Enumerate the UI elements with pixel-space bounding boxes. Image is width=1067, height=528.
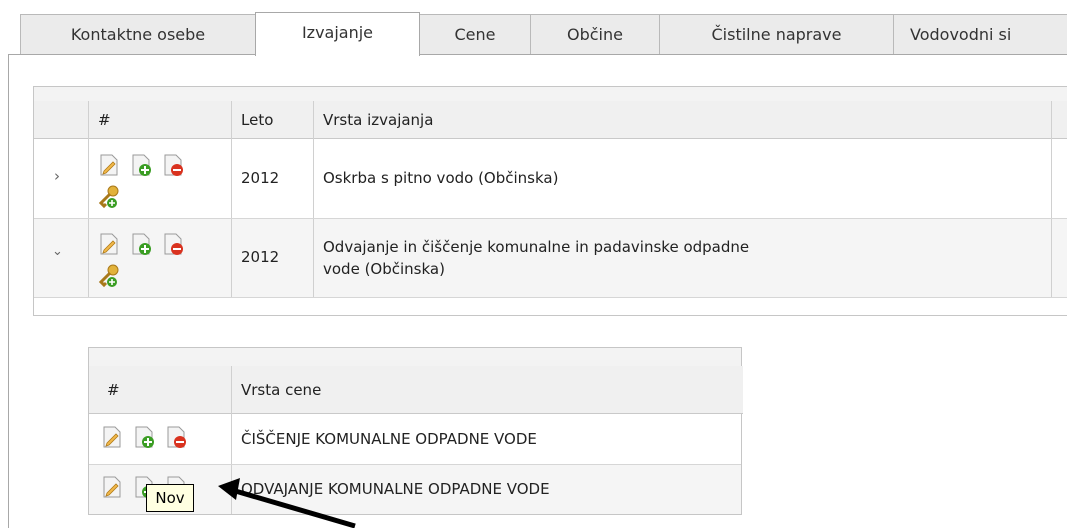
row-divider xyxy=(34,218,1067,219)
add-document-icon[interactable] xyxy=(130,232,152,256)
tab-cistilne-naprave[interactable]: Čistilne naprave xyxy=(659,14,894,54)
tab-bar: Kontaktne osebe Izvajanje Cene Občine Či… xyxy=(0,0,1067,56)
cell-vrsta-izvajanja-line1: Odvajanje in čiščenje komunalne in padav… xyxy=(323,238,750,256)
edit-document-icon[interactable] xyxy=(98,232,120,256)
column-divider xyxy=(231,101,232,297)
column-header-vrsta-izvajanja[interactable]: Vrsta izvajanja xyxy=(315,101,1055,139)
column-divider xyxy=(313,101,314,297)
column-header-vrsta-cene[interactable]: Vrsta cene xyxy=(233,366,733,414)
izvajanje-grid: # Leto Vrsta izvajanja › 2012 Oskrba s p… xyxy=(33,86,1067,316)
key-add-icon[interactable] xyxy=(98,264,120,288)
chevron-right-icon[interactable]: › xyxy=(54,167,60,185)
tab-cene[interactable]: Cene xyxy=(419,14,531,54)
table-row[interactable]: › 2012 Oskrba s pitno vodo (Občinska) xyxy=(34,139,1067,218)
cell-vrsta-cene: ČIŠČENJE KOMUNALNE ODPADNE VODE xyxy=(241,430,537,448)
column-header-hash[interactable]: # xyxy=(99,366,229,414)
panel-left-border xyxy=(8,54,9,528)
tab-izvajanje[interactable]: Izvajanje xyxy=(255,12,420,56)
chevron-down-icon[interactable]: ⌄ xyxy=(52,244,63,259)
add-document-icon[interactable] xyxy=(133,425,155,449)
delete-document-icon[interactable] xyxy=(162,232,184,256)
cell-leto: 2012 xyxy=(241,248,280,266)
delete-document-icon[interactable] xyxy=(165,425,187,449)
grid-toolbar xyxy=(34,87,1067,102)
column-header-leto[interactable]: Leto xyxy=(233,101,313,139)
delete-document-icon[interactable] xyxy=(162,153,184,177)
cell-leto: 2012 xyxy=(241,169,280,187)
tab-kontaktne-osebe[interactable]: Kontaktne osebe xyxy=(20,14,256,54)
edit-document-icon[interactable] xyxy=(98,153,120,177)
row-divider xyxy=(34,297,1067,298)
edit-document-icon[interactable] xyxy=(101,475,123,499)
annotation-arrow-icon xyxy=(218,478,356,528)
cell-vrsta-izvajanja-line2: vode (Občinska) xyxy=(323,260,445,278)
key-add-icon[interactable] xyxy=(98,185,120,209)
add-document-icon[interactable] xyxy=(130,153,152,177)
edit-document-icon[interactable] xyxy=(101,425,123,449)
column-divider xyxy=(88,101,89,297)
row-divider xyxy=(89,464,741,465)
column-header-hash[interactable]: # xyxy=(90,101,230,139)
tab-underline xyxy=(8,54,1067,55)
table-row[interactable]: ČIŠČENJE KOMUNALNE ODPADNE VODE xyxy=(89,414,741,464)
column-divider xyxy=(1051,101,1052,297)
table-row[interactable]: ⌄ 2012 Odvajanje in čiščenje komunalne i… xyxy=(34,218,1067,297)
tab-vodovodni-sistemi[interactable]: Vodovodni si xyxy=(893,14,1067,54)
cell-vrsta-izvajanja: Oskrba s pitno vodo (Občinska) xyxy=(323,169,559,187)
tab-obcine[interactable]: Občine xyxy=(530,14,660,54)
subgrid-toolbar xyxy=(89,348,741,367)
tooltip-nov: Nov xyxy=(146,484,194,512)
